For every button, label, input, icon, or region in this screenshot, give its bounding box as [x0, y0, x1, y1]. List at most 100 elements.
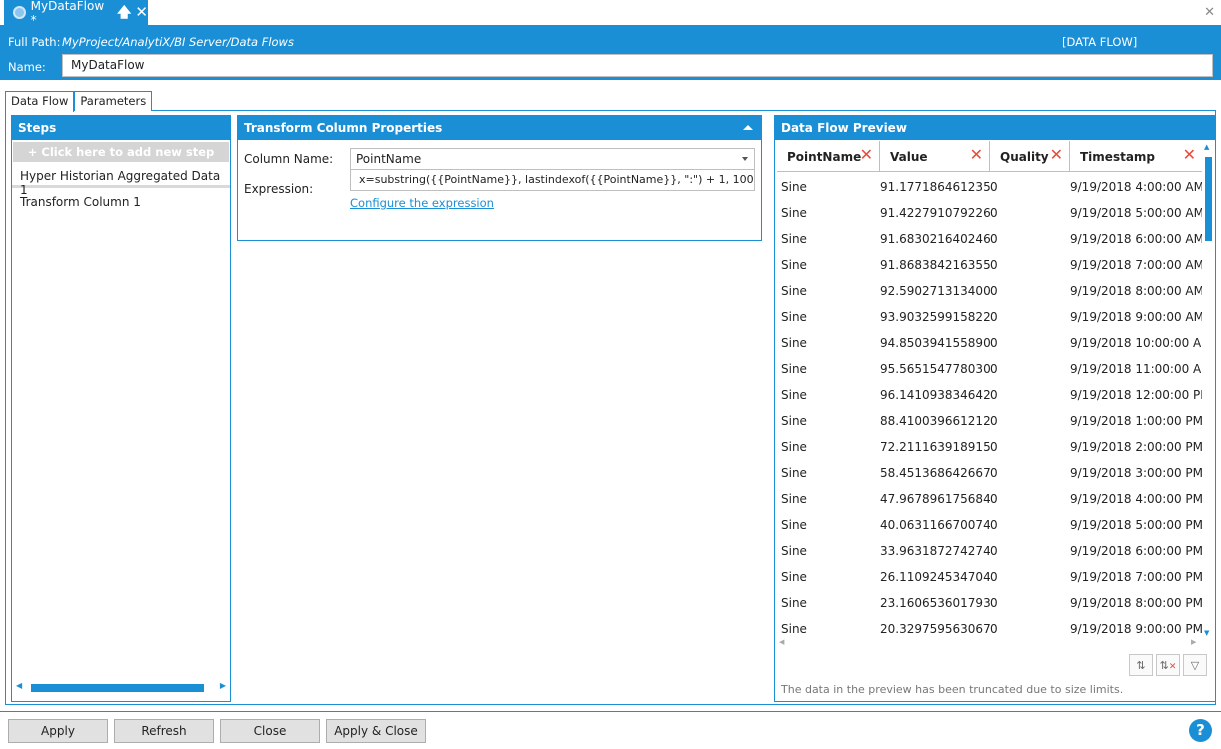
remove-column-icon[interactable]: ✕: [970, 147, 983, 163]
step-item[interactable]: Transform Column 1: [12, 188, 230, 214]
preview-vertical-scrollbar[interactable]: ▲ ▼: [1203, 143, 1213, 637]
table-row[interactable]: Sine 72.2111639189159 0 9/19/2018 2:00:00 P…: [777, 434, 1202, 460]
table-row[interactable]: Sine 91.4227910792268 0 9/19/2018 5:00:00 A…: [777, 200, 1202, 226]
sort-columns-button[interactable]: ⇅: [1129, 654, 1153, 676]
table-cell-pointname: Sine: [781, 206, 807, 220]
tab-bar: Data Flow Parameters: [5, 91, 153, 112]
tab-data-flow[interactable]: Data Flow: [5, 91, 75, 112]
table-cell-quality: 0: [990, 336, 998, 350]
table-row[interactable]: Sine 23.1606536017931 0 9/19/2018 8:00:00 P…: [777, 590, 1202, 616]
table-cell-value: 40.0631166700744: [880, 518, 990, 532]
table-row[interactable]: Sine 40.0631166700744 0 9/19/2018 5:00:00 P…: [777, 512, 1202, 538]
transform-properties-title: Transform Column Properties: [238, 116, 761, 140]
table-row[interactable]: Sine 91.8683842163557 0 9/19/2018 7:00:00 A…: [777, 252, 1202, 278]
column-header-quality[interactable]: Quality ✕: [990, 141, 1070, 172]
table-cell-pointname: Sine: [781, 388, 807, 402]
table-cell-quality: 0: [990, 596, 998, 610]
full-path-label: Full Path:: [8, 35, 61, 49]
scroll-left-icon[interactable]: ◀: [16, 681, 22, 690]
document-tab-title: MyDataFlow *: [30, 0, 105, 27]
table-cell-value: 94.8503941558902: [880, 336, 990, 350]
filter-button[interactable]: ▽: [1183, 654, 1207, 676]
table-row[interactable]: Sine 33.9631872742744 0 9/19/2018 6:00:00 P…: [777, 538, 1202, 564]
close-icon[interactable]: ✕: [1204, 5, 1215, 20]
name-field[interactable]: MyDataFlow: [62, 54, 1213, 77]
close-button[interactable]: Close: [220, 719, 320, 743]
collapse-icon[interactable]: [743, 125, 753, 130]
table-cell-pointname: Sine: [781, 440, 807, 454]
configure-expression-link[interactable]: Configure the expression: [350, 196, 494, 210]
scrollbar-thumb[interactable]: [31, 684, 204, 692]
table-row[interactable]: Sine 58.4513686426678 0 9/19/2018 3:00:00 P…: [777, 460, 1202, 486]
table-row[interactable]: Sine 93.9032599158224 0 9/19/2018 9:00:00 A…: [777, 304, 1202, 330]
table-row[interactable]: Sine 91.6830216402469 0 9/19/2018 6:00:00 A…: [777, 226, 1202, 252]
table-cell-quality: 0: [990, 310, 998, 324]
remove-column-icon[interactable]: ✕: [860, 147, 873, 163]
expression-label: Expression:: [244, 182, 314, 196]
preview-grid-header: PointName ✕ Value ✕ Quality ✕ Timestamp …: [777, 141, 1202, 172]
apply-close-button[interactable]: Apply & Close: [326, 719, 426, 743]
scrollbar-thumb[interactable]: [1205, 157, 1212, 241]
scroll-left-icon[interactable]: ◀: [779, 638, 784, 646]
column-name-dropdown[interactable]: PointName: [350, 148, 755, 170]
full-path-value: MyProject/AnalytiX/BI Server/Data Flows: [62, 35, 294, 49]
scroll-right-icon[interactable]: ▶: [220, 681, 226, 690]
table-cell-timestamp: 9/19/2018 3:00:00 PM: [1070, 466, 1202, 480]
column-header-value[interactable]: Value ✕: [880, 141, 990, 172]
column-header-pointname[interactable]: PointName ✕: [777, 141, 880, 172]
table-row[interactable]: Sine 20.3297595630677 0 9/19/2018 9:00:00 P…: [777, 616, 1202, 636]
remove-column-icon[interactable]: ✕: [1050, 147, 1063, 163]
remove-column-icon[interactable]: ✕: [1183, 147, 1196, 163]
header-band: Full Path: MyProject/AnalytiX/BI Server/…: [0, 25, 1221, 80]
help-icon[interactable]: ?: [1189, 719, 1212, 742]
table-row[interactable]: Sine 94.8503941558902 0 9/19/2018 10:00:00 …: [777, 330, 1202, 356]
table-cell-value: 88.4100396612125: [880, 414, 990, 428]
steps-horizontal-scrollbar[interactable]: ◀ ▶: [16, 681, 226, 693]
table-row[interactable]: Sine 26.1109245347044 0 9/19/2018 7:00:00 P…: [777, 564, 1202, 590]
document-tab-strip: MyDataFlow * 🡅 ✕ ✕: [0, 0, 1221, 27]
table-cell-pointname: Sine: [781, 466, 807, 480]
scroll-up-icon[interactable]: ▲: [1204, 143, 1209, 151]
steps-panel: Steps + Click here to add new step Hyper…: [11, 115, 231, 702]
table-cell-quality: 0: [990, 232, 998, 246]
table-row[interactable]: Sine 88.4100396612125 0 9/19/2018 1:00:00 P…: [777, 408, 1202, 434]
table-row[interactable]: Sine 47.9678961756847 0 9/19/2018 4:00:00 P…: [777, 486, 1202, 512]
table-cell-pointname: Sine: [781, 258, 807, 272]
document-tab[interactable]: MyDataFlow * 🡅 ✕: [4, 0, 148, 27]
refresh-button[interactable]: Refresh: [114, 719, 214, 743]
scroll-right-icon[interactable]: ▶: [1191, 638, 1196, 646]
tab-parameters[interactable]: Parameters: [74, 91, 153, 111]
table-cell-quality: 0: [990, 258, 998, 272]
preview-panel: Data Flow Preview PointName ✕ Value ✕ Qu…: [774, 115, 1216, 702]
clear-sort-button[interactable]: ⇅✕: [1156, 654, 1180, 676]
table-cell-value: 20.3297595630677: [880, 622, 990, 636]
apply-button[interactable]: Apply: [8, 719, 108, 743]
preview-horizontal-scrollbar[interactable]: ◀ ▶: [779, 638, 1196, 646]
table-cell-value: 23.1606536017931: [880, 596, 990, 610]
expression-field[interactable]: x=substring({{PointName}}, lastindexof({…: [350, 169, 755, 191]
column-header-timestamp[interactable]: Timestamp ✕: [1070, 141, 1202, 172]
column-name-label: Column Name:: [244, 152, 334, 166]
chevron-down-icon: [742, 157, 748, 161]
table-cell-value: 93.9032599158224: [880, 310, 990, 324]
table-cell-timestamp: 9/19/2018 6:00:00 PM: [1070, 544, 1202, 558]
item-type-label: [DATA FLOW]: [1062, 35, 1138, 49]
table-cell-quality: 0: [990, 180, 998, 194]
table-cell-timestamp: 9/19/2018 5:00:00 AM: [1070, 206, 1202, 220]
table-row[interactable]: Sine 91.1771864612358 0 9/19/2018 4:00:00 A…: [777, 174, 1202, 200]
table-row[interactable]: Sine 95.5651547780307 0 9/19/2018 11:00:00 …: [777, 356, 1202, 382]
table-cell-quality: 0: [990, 362, 998, 376]
table-row[interactable]: Sine 92.5902713134002 0 9/19/2018 8:00:00 A…: [777, 278, 1202, 304]
preview-toolbar: ⇅ ⇅✕ ▽: [1129, 654, 1207, 676]
table-cell-pointname: Sine: [781, 180, 807, 194]
table-row[interactable]: Sine 96.141093834642 0 9/19/2018 12:00:00 P…: [777, 382, 1202, 408]
pin-icon[interactable]: 🡅: [117, 6, 131, 20]
table-cell-timestamp: 9/19/2018 8:00:00 AM: [1070, 284, 1202, 298]
table-cell-value: 91.4227910792268: [880, 206, 990, 220]
add-step-button[interactable]: + Click here to add new step: [13, 142, 229, 162]
close-tab-icon[interactable]: ✕: [135, 5, 148, 20]
table-cell-timestamp: 9/19/2018 11:00:00 AM: [1070, 362, 1202, 376]
table-cell-pointname: Sine: [781, 284, 807, 298]
scroll-down-icon[interactable]: ▼: [1204, 629, 1209, 637]
step-item[interactable]: Hyper Historian Aggregated Data 1: [12, 162, 230, 197]
